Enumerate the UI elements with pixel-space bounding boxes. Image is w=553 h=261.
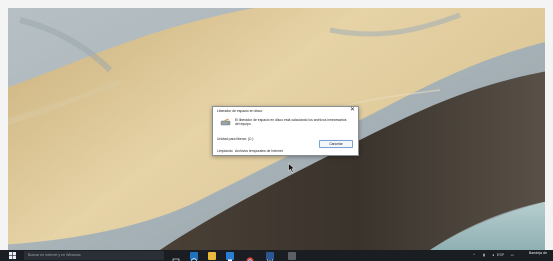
network-icon[interactable]: ▮ xyxy=(483,253,485,257)
file-explorer-icon[interactable] xyxy=(208,251,216,260)
dialog-titlebar[interactable]: Liberador de espacio en disco ✕ xyxy=(213,107,358,114)
language-indicator[interactable]: ESP xyxy=(497,253,504,257)
chrome-icon[interactable] xyxy=(246,252,254,261)
windows-start-icon[interactable] xyxy=(9,252,16,259)
taskbar: Buscar en Internet y en Windows ^ ▮ ◂ ES… xyxy=(0,250,553,261)
photos-icon[interactable] xyxy=(288,251,296,260)
dialog-title: Liberador de espacio en disco xyxy=(217,108,263,113)
task-view-icon[interactable] xyxy=(172,252,180,261)
status-label: Limpiando xyxy=(217,149,233,153)
disk-cleanup-dialog: Liberador de espacio en disco ✕ El liber… xyxy=(212,106,359,156)
disk-cleanup-icon xyxy=(220,118,231,126)
notification-icon[interactable]: ▭ xyxy=(511,253,514,257)
screen-border-left xyxy=(0,0,8,250)
drive-label: Unidad para liberar: (C:) xyxy=(217,137,254,141)
store-icon[interactable] xyxy=(226,251,234,261)
clock-line-1: Bandeja de xyxy=(528,251,547,255)
screen-border-top xyxy=(0,0,553,8)
status-detail: Archivos temporales de Internet xyxy=(235,149,283,153)
taskbar-search-input[interactable]: Buscar en Internet y en Windows xyxy=(24,251,164,260)
chevron-up-icon[interactable]: ^ xyxy=(473,253,475,257)
clock[interactable]: Bandeja de xyxy=(529,251,547,255)
desktop-screen: Liberador de espacio en disco ✕ El liber… xyxy=(0,0,553,261)
cancel-button[interactable]: Cancelar xyxy=(319,140,353,148)
screen-border-right xyxy=(545,0,553,250)
edge-icon[interactable] xyxy=(190,251,198,261)
word-icon[interactable] xyxy=(266,251,274,261)
volume-icon[interactable]: ◂ xyxy=(492,253,494,257)
dialog-message: El liberador de espacio en disco está ca… xyxy=(235,118,347,127)
busy-cursor-icon xyxy=(288,163,296,173)
close-icon[interactable]: ✕ xyxy=(350,107,355,114)
